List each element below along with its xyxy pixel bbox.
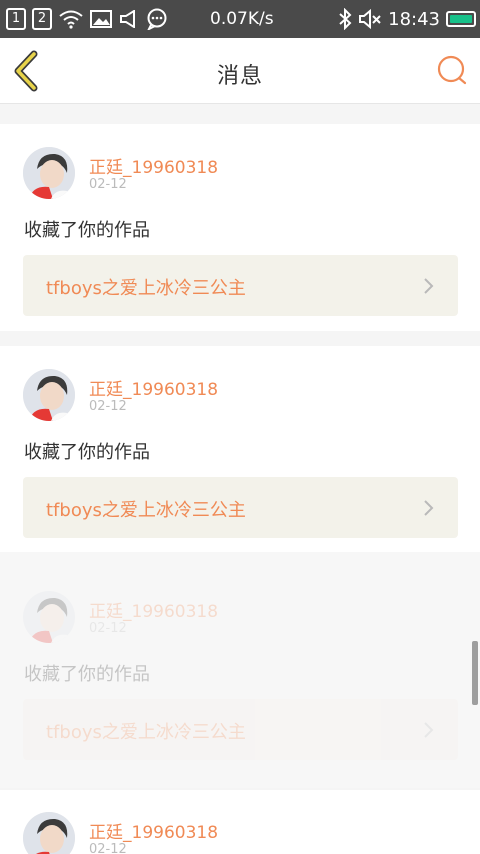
- speaker-icon: [120, 10, 135, 28]
- chevron-right-icon: [424, 722, 434, 738]
- message-list[interactable]: 正廷_19960318 02-12 收藏了你的作品 tfboys之爱上冰冷三公主…: [0, 104, 480, 854]
- message-action: 收藏了你的作品: [24, 664, 150, 685]
- chat-icon: [147, 8, 167, 30]
- message-date: 02-12: [89, 842, 127, 854]
- wifi-icon: [59, 10, 83, 29]
- battery-icon: [446, 11, 476, 27]
- username[interactable]: 正廷_19960318: [89, 153, 218, 178]
- network-speed: 0.07K/s: [210, 9, 274, 29]
- message-card: 正廷_19960318 02-12: [0, 790, 480, 854]
- sim-2-icon: 2: [32, 8, 52, 30]
- work-link[interactable]: tfboys之爱上冰冷三公主: [23, 255, 458, 316]
- work-title: tfboys之爱上冰冷三公主: [46, 278, 246, 299]
- username[interactable]: 正廷_19960318: [89, 818, 218, 843]
- search-icon: [437, 55, 467, 85]
- message-date: 02-12: [89, 177, 127, 192]
- message-card: 正廷_19960318 02-12 收藏了你的作品 tfboys之爱上冰冷三公主: [0, 552, 480, 788]
- scrollbar-thumb[interactable]: [472, 641, 478, 705]
- image-icon: [90, 10, 112, 28]
- avatar-image: [23, 369, 75, 421]
- page-title: 消息: [216, 64, 263, 89]
- clock: 18:43: [388, 8, 440, 30]
- avatar-image: [23, 812, 75, 854]
- avatar[interactable]: [23, 147, 75, 199]
- avatar[interactable]: [23, 591, 75, 643]
- message-date: 02-12: [89, 399, 127, 414]
- sim-2-label: 2: [37, 11, 47, 26]
- work-title: tfboys之爱上冰冷三公主: [46, 500, 246, 521]
- message-card: 正廷_19960318 02-12 收藏了你的作品 tfboys之爱上冰冷三公主: [0, 124, 480, 331]
- username[interactable]: 正廷_19960318: [89, 375, 218, 400]
- message-action: 收藏了你的作品: [24, 442, 150, 463]
- search-button[interactable]: [436, 54, 468, 86]
- work-link[interactable]: tfboys之爱上冰冷三公主: [23, 699, 458, 760]
- mute-icon: [359, 9, 381, 29]
- message-action: 收藏了你的作品: [24, 220, 150, 241]
- sim-1-label: 1: [11, 11, 21, 26]
- avatar-image: [23, 147, 75, 199]
- status-bar-left: 1 2: [6, 8, 168, 30]
- chevron-right-icon: [424, 500, 434, 516]
- work-title: tfboys之爱上冰冷三公主: [46, 722, 246, 743]
- battery-level: [450, 15, 472, 23]
- app-header: 消息: [0, 38, 480, 104]
- avatar[interactable]: [23, 812, 75, 854]
- work-link[interactable]: tfboys之爱上冰冷三公主: [23, 477, 458, 538]
- status-bar-right: 18:43: [338, 8, 476, 30]
- bluetooth-icon: [339, 8, 352, 30]
- message-date: 02-12: [89, 621, 127, 636]
- chevron-right-icon: [424, 278, 434, 294]
- status-bar: 1 2 0.07K/s 18:43: [0, 0, 480, 38]
- avatar[interactable]: [23, 369, 75, 421]
- sim-1-icon: 1: [6, 8, 26, 30]
- avatar-image: [23, 591, 75, 643]
- message-card: 正廷_19960318 02-12 收藏了你的作品 tfboys之爱上冰冷三公主: [0, 346, 480, 552]
- username[interactable]: 正廷_19960318: [89, 597, 218, 622]
